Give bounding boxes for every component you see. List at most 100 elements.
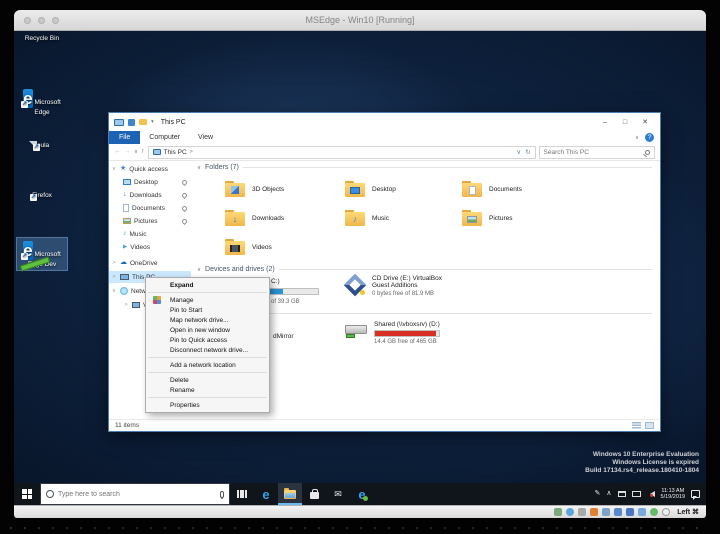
- nav-item-downloads[interactable]: ↓ Downloads: [109, 189, 191, 201]
- refresh-icon[interactable]: ↻: [525, 148, 530, 156]
- menu-item-disconnect-network-drive[interactable]: Disconnect network drive...: [146, 345, 269, 355]
- desktop-icon-firefox[interactable]: ↗ Firefox: [17, 190, 67, 201]
- taskbar-edge-dev-button[interactable]: e: [350, 483, 374, 505]
- up-button[interactable]: ↑: [141, 148, 145, 156]
- nav-item-pictures[interactable]: Pictures: [109, 215, 191, 227]
- taskbar-search[interactable]: [40, 483, 230, 505]
- desktop-icon-recycle-bin[interactable]: Recycle Bin: [17, 33, 67, 44]
- desktop-icon-microsoft-edge[interactable]: e ↗ Microsoft Edge: [17, 86, 67, 118]
- drive-item-shared[interactable]: Shared (\\vboxsrv) (D:) 14.4 GB free of …: [345, 321, 459, 353]
- shared-folder-tray-icon[interactable]: [617, 491, 626, 497]
- qat-properties-icon[interactable]: [128, 118, 135, 126]
- vbox-shared-folders-icon[interactable]: [614, 508, 623, 516]
- action-center-icon[interactable]: [691, 490, 700, 500]
- vbox-mouse-icon[interactable]: [662, 508, 671, 516]
- mac-close-button[interactable]: [24, 17, 31, 24]
- qat-new-folder-icon[interactable]: [139, 119, 147, 125]
- folder-item-desktop[interactable]: Desktop: [345, 176, 459, 202]
- devices-group-header[interactable]: ∨ Devices and drives (2): [197, 265, 652, 274]
- tab-file[interactable]: File: [109, 131, 141, 144]
- folder-item-music[interactable]: ♪ Music: [345, 205, 459, 231]
- task-view-button[interactable]: [230, 483, 254, 505]
- tab-computer[interactable]: Computer: [140, 131, 189, 144]
- back-button[interactable]: ←: [114, 148, 121, 156]
- close-button[interactable]: ✕: [635, 114, 655, 130]
- taskbar-search-input[interactable]: [58, 490, 216, 498]
- taskbar-clock[interactable]: 11:13 AM 5/19/2019: [661, 488, 685, 501]
- nav-item-videos[interactable]: ▶ Videos: [109, 241, 191, 253]
- help-icon[interactable]: ?: [645, 133, 654, 142]
- taskbar-file-explorer-button[interactable]: [278, 483, 302, 505]
- nav-item-documents[interactable]: Documents: [109, 202, 191, 214]
- menu-item-expand[interactable]: Expand: [146, 280, 269, 290]
- menu-item-delete[interactable]: Delete: [146, 375, 269, 385]
- menu-item-open-in-new-window[interactable]: Open in new window: [146, 325, 269, 335]
- desktop-icon-microsoft-edge-dev[interactable]: e ↗ Microsoft Edge Dev: [16, 237, 68, 272]
- explorer-search-input[interactable]: [543, 148, 642, 156]
- vbox-features-icon[interactable]: [650, 508, 659, 516]
- maximize-button[interactable]: □: [615, 114, 635, 130]
- chevron-down-icon[interactable]: ∨: [111, 166, 117, 172]
- drive-item-cd-drive[interactable]: CD Drive (E:) VirtualBox Guest Additions…: [343, 273, 459, 307]
- chevron-right-icon[interactable]: >: [111, 274, 117, 280]
- desktop-icon-eula[interactable]: ↗ eula: [17, 140, 67, 151]
- volume-muted-icon[interactable]: [647, 491, 655, 497]
- show-hidden-icons-chevron[interactable]: ∧: [606, 490, 611, 498]
- vbox-hdd-icon[interactable]: [554, 508, 563, 516]
- pen-icon[interactable]: ✎: [595, 490, 601, 498]
- nav-item-quick-access[interactable]: ∨ ★ Quick access: [109, 163, 191, 175]
- folder-item-3d-objects[interactable]: 3D Objects: [225, 176, 339, 202]
- nav-item-music[interactable]: ♪ Music: [109, 228, 191, 240]
- thumbnails-view-icon[interactable]: [645, 422, 654, 429]
- folders-group-header[interactable]: ∨ Folders (7): [197, 163, 652, 172]
- display-tray-icon[interactable]: [631, 491, 641, 497]
- menu-item-pin-to-quick-access[interactable]: Pin to Quick access: [146, 335, 269, 345]
- qat-customize-chevron-icon[interactable]: ▾: [151, 119, 154, 125]
- nav-item-onedrive[interactable]: > ☁ OneDrive: [109, 257, 191, 269]
- address-box[interactable]: This PC > ∨ ↻: [147, 145, 536, 159]
- vbox-cd-icon[interactable]: [566, 508, 575, 516]
- videos-icon: ▶: [123, 244, 128, 250]
- menu-item-rename[interactable]: Rename: [146, 385, 269, 395]
- forward-button[interactable]: →: [124, 148, 131, 156]
- vbox-usb-icon[interactable]: [602, 508, 611, 516]
- chevron-down-icon[interactable]: ∨: [197, 267, 201, 273]
- breadcrumb[interactable]: This PC: [164, 149, 187, 156]
- vbox-network-icon[interactable]: [590, 508, 599, 516]
- chevron-right-icon[interactable]: >: [123, 302, 129, 308]
- search-box[interactable]: [538, 145, 655, 159]
- vbox-audio-icon[interactable]: [578, 508, 587, 516]
- folder-item-pictures[interactable]: Pictures: [462, 205, 576, 231]
- folder-item-videos[interactable]: Videos: [225, 234, 339, 260]
- folder-item-downloads[interactable]: ↓ Downloads: [225, 205, 339, 231]
- menu-item-map-network-drive[interactable]: Map network drive...: [146, 315, 269, 325]
- folder-item-documents[interactable]: Documents: [462, 176, 576, 202]
- taskbar-store-button[interactable]: [302, 483, 326, 505]
- recent-locations-chevron-icon[interactable]: ∨: [134, 149, 138, 155]
- network-location-label-fragment[interactable]: dMirror: [273, 333, 294, 340]
- vbox-display-icon[interactable]: [626, 508, 635, 516]
- ribbon-expand-chevron-icon[interactable]: ∨: [635, 135, 639, 141]
- menu-item-add-network-location[interactable]: Add a network location: [146, 360, 269, 370]
- nav-item-desktop[interactable]: Desktop: [109, 176, 191, 188]
- address-dropdown-icon[interactable]: ∨: [516, 148, 521, 156]
- menu-item-manage[interactable]: Manage: [146, 295, 269, 305]
- mac-zoom-button[interactable]: [52, 17, 59, 24]
- windows-taskbar: e ✉ e ✎ ∧ 11:13 AM 5/19/2019: [14, 483, 706, 505]
- chevron-right-icon[interactable]: >: [111, 260, 117, 266]
- chevron-down-icon[interactable]: ∨: [111, 288, 117, 294]
- chevron-down-icon[interactable]: ∨: [197, 165, 201, 171]
- tab-view[interactable]: View: [189, 131, 222, 144]
- taskbar-mail-button[interactable]: ✉: [326, 483, 350, 505]
- microphone-icon[interactable]: [220, 490, 224, 498]
- taskbar-edge-button[interactable]: e: [254, 483, 278, 505]
- breadcrumb-chevron-icon[interactable]: >: [190, 149, 193, 155]
- menu-item-properties[interactable]: Properties: [146, 400, 269, 410]
- vbox-recording-icon[interactable]: [638, 508, 647, 516]
- menu-item-pin-to-start[interactable]: Pin to Start: [146, 305, 269, 315]
- mac-minimize-button[interactable]: [38, 17, 45, 24]
- start-button[interactable]: [14, 483, 40, 505]
- vm-window-title: MSEdge - Win10 [Running]: [305, 15, 415, 25]
- details-view-icon[interactable]: [632, 422, 641, 429]
- minimize-button[interactable]: –: [595, 114, 615, 130]
